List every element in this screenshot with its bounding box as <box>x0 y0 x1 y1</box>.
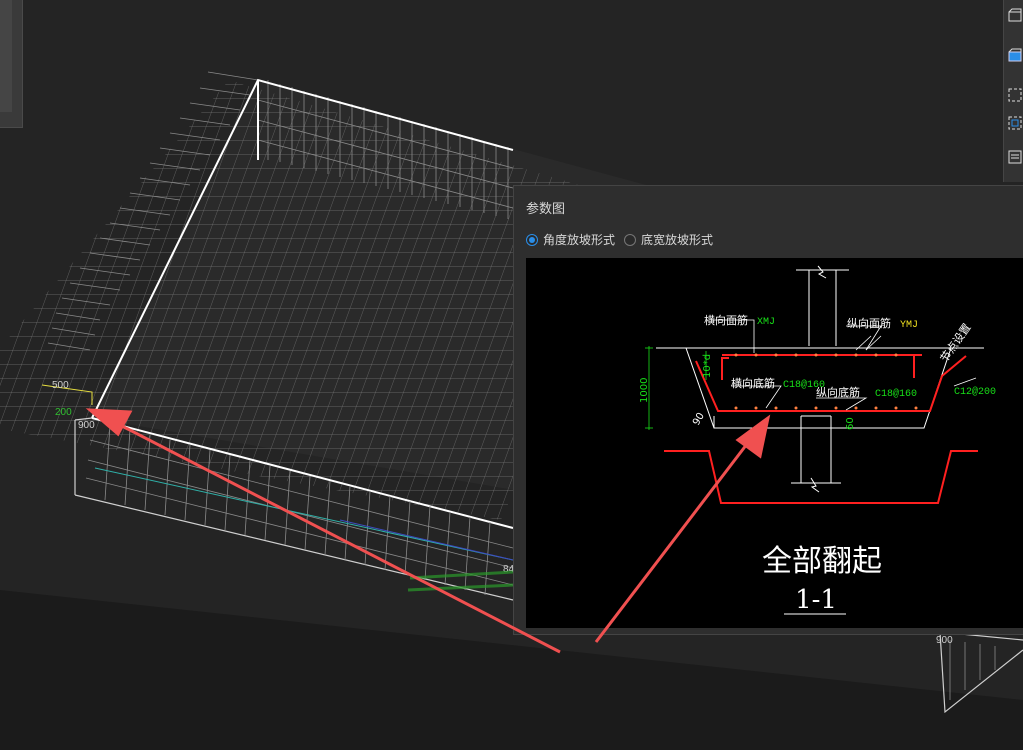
dim-1000: 1000 <box>639 378 650 403</box>
radio-button[interactable] <box>526 233 538 246</box>
right-toolbar <box>1003 0 1023 182</box>
radio-angle-slope[interactable]: 角度放坡形式 <box>526 231 615 248</box>
code-longitudinal-bottom: C18@160 <box>875 388 917 400</box>
figure-caption: 全部翻起 <box>762 544 882 579</box>
dim-900: 900 <box>78 420 95 431</box>
list-icon[interactable] <box>1008 150 1022 164</box>
parameter-figure: 横向面筋 XMJ 纵向面筋 YMJ 横向底筋 C18@160 纵向底筋 C18@… <box>526 258 1023 628</box>
dim-60: 60 <box>845 417 856 430</box>
section-label: 1-1 <box>795 585 837 615</box>
dim-900b: 900 <box>936 635 953 646</box>
dim-200: 200 <box>55 407 72 418</box>
select-box-icon[interactable] <box>1008 88 1022 102</box>
code-longitudinal-top: YMJ <box>900 320 918 331</box>
label-longitudinal-top: 纵向面筋 <box>847 316 891 330</box>
radio-width-slope[interactable]: 底宽放坡形式 <box>624 231 713 248</box>
code-slope-rebar: C12@200 <box>954 386 996 398</box>
slope-profile <box>664 450 978 504</box>
dim-10d: 10*d <box>702 354 713 378</box>
cube-view-icon[interactable] <box>1008 8 1022 22</box>
cube-solid-icon[interactable] <box>1008 48 1022 62</box>
radio-label: 底宽放坡形式 <box>641 233 714 247</box>
label-longitudinal-bottom: 纵向底筋 <box>816 385 860 399</box>
radio-button[interactable] <box>624 233 636 246</box>
label-transverse-bottom: 横向底筋 <box>731 376 775 390</box>
parameter-diagram-dialog: 参数图 角度放坡形式 底宽放坡形式 横向面筋 XMJ 纵向面筋 YMJ 横向底筋… <box>513 185 1023 635</box>
left-panel[interactable] <box>0 0 23 128</box>
radio-label: 角度放坡形式 <box>543 233 616 247</box>
select-cube-icon[interactable] <box>1008 116 1022 130</box>
dim-90: 90 <box>691 411 707 428</box>
code-transverse-top: XMJ <box>757 317 775 328</box>
dim-500: 500 <box>52 380 69 391</box>
dialog-title: 参数图 <box>526 202 566 217</box>
column-outline <box>791 265 849 493</box>
label-transverse-top: 横向面筋 <box>704 313 748 327</box>
label-node-setting: 节点设置 <box>938 321 974 364</box>
